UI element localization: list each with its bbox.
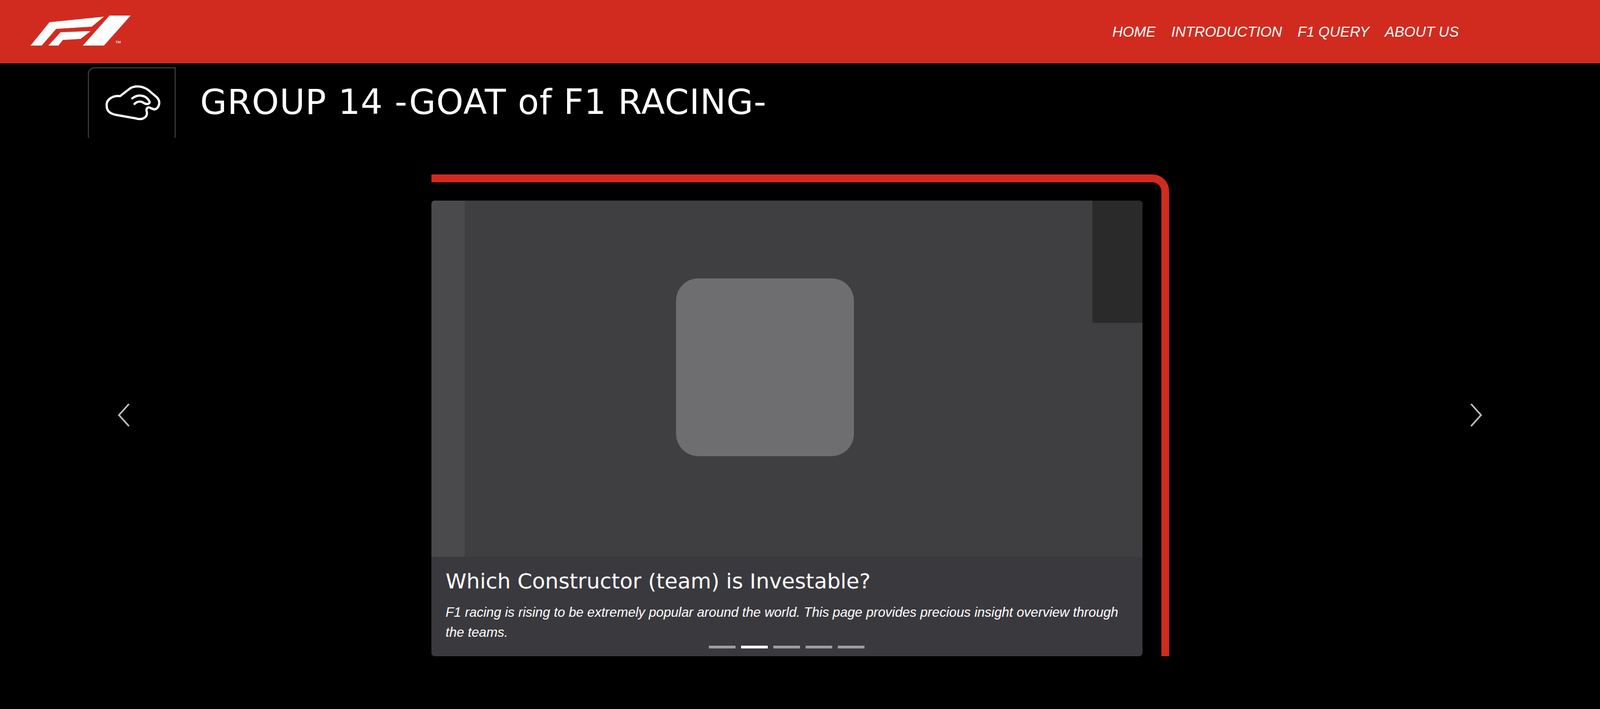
carousel-indicators <box>445 646 1129 649</box>
top-bar: ™ HOME INTRODUCTION F1 QUERY ABOUT US <box>0 0 1600 64</box>
circuit-icon-box <box>87 67 176 138</box>
caption-title: Which Constructor (team) is Investable? <box>445 569 1129 595</box>
circuit-icon <box>101 83 163 123</box>
carousel: Which Constructor (team) is Investable? … <box>0 174 1600 657</box>
slide: Which Constructor (team) is Investable? … <box>431 200 1143 657</box>
chevron-left-icon <box>115 401 133 429</box>
page-heading: GROUP 14 -GOAT of F1 RACING- <box>0 63 1600 138</box>
nav-link[interactable]: ABOUT US <box>1384 21 1459 43</box>
carousel-indicator[interactable] <box>773 646 800 649</box>
page-title: GROUP 14 -GOAT of F1 RACING- <box>200 81 767 123</box>
nav-link[interactable]: INTRODUCTION <box>1171 21 1283 43</box>
carousel-indicator[interactable] <box>708 646 736 649</box>
previous-button[interactable] <box>111 397 137 434</box>
carousel-indicator[interactable] <box>805 646 833 649</box>
caption-text: F1 racing is rising to be extremely popu… <box>445 602 1129 643</box>
slide-photo <box>431 200 1143 558</box>
f1-logo-icon[interactable]: ™ <box>20 14 138 49</box>
carousel-indicator[interactable] <box>837 646 865 649</box>
chevron-right-icon <box>1467 401 1485 429</box>
next-button[interactable] <box>1463 397 1489 434</box>
carousel-frame: Which Constructor (team) is Investable? … <box>431 174 1170 657</box>
main-nav: HOME INTRODUCTION F1 QUERY ABOUT US <box>1112 21 1459 43</box>
nav-link[interactable]: HOME <box>1112 21 1156 43</box>
nav-link[interactable]: F1 QUERY <box>1297 21 1370 43</box>
carousel-indicator[interactable] <box>741 646 768 649</box>
trademark: ™ <box>115 40 122 47</box>
slide-caption: Which Constructor (team) is Investable? … <box>431 557 1143 657</box>
